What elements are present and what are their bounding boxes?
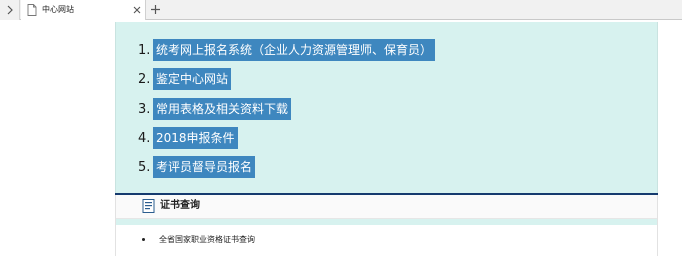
quick-link-item[interactable]: 1. 统考网上报名系统（企业人力资源管理师、保育员） [138, 38, 436, 62]
document-icon [142, 199, 155, 213]
page-content: 1. 统考网上报名系统（企业人力资源管理师、保育员） 2. 鉴定中心网站 3. … [0, 20, 682, 256]
certificate-query-link[interactable]: 全省国家职业资格证书查询 [159, 234, 255, 245]
sidebar-toggle-button[interactable] [0, 0, 20, 20]
tab-title: 中心网站 [42, 5, 74, 14]
link-number: 5. [138, 159, 151, 175]
list-item[interactable]: 全省国家职业资格证书查询 [142, 231, 255, 247]
link-number: 2. [138, 71, 151, 87]
browser-tab-bar: 中心网站 [0, 0, 682, 20]
bullet [142, 237, 145, 241]
link-number: 1. [138, 42, 151, 58]
link-number: 4. [138, 130, 151, 146]
page-icon [27, 4, 37, 16]
quick-link-item[interactable]: 3. 常用表格及相关资料下载 [138, 97, 292, 121]
quick-link[interactable]: 考评员督导员报名 [153, 156, 256, 178]
certificate-query-section: 证书查询 全省国家职业资格证书查询 [115, 195, 658, 256]
section-stripe [116, 219, 657, 225]
chevron-right-icon [7, 5, 13, 15]
quick-link[interactable]: 2018申报条件 [153, 127, 238, 149]
new-tab-button[interactable] [150, 4, 161, 15]
quick-link[interactable]: 常用表格及相关资料下载 [153, 98, 292, 120]
quick-link-item[interactable]: 4. 2018申报条件 [138, 126, 238, 150]
close-icon[interactable] [132, 5, 142, 15]
quick-link[interactable]: 统考网上报名系统（企业人力资源管理师、保育员） [153, 39, 436, 61]
quick-link[interactable]: 鉴定中心网站 [153, 68, 232, 90]
browser-tab[interactable]: 中心网站 [21, 0, 146, 20]
quick-link-item[interactable]: 2. 鉴定中心网站 [138, 67, 232, 91]
quick-links-panel: 1. 统考网上报名系统（企业人力资源管理师、保育员） 2. 鉴定中心网站 3. … [115, 22, 658, 194]
link-number: 3. [138, 101, 151, 117]
quick-link-item[interactable]: 5. 考评员督导员报名 [138, 155, 256, 179]
section-title: 证书查询 [160, 200, 200, 211]
section-header: 证书查询 [116, 195, 657, 219]
